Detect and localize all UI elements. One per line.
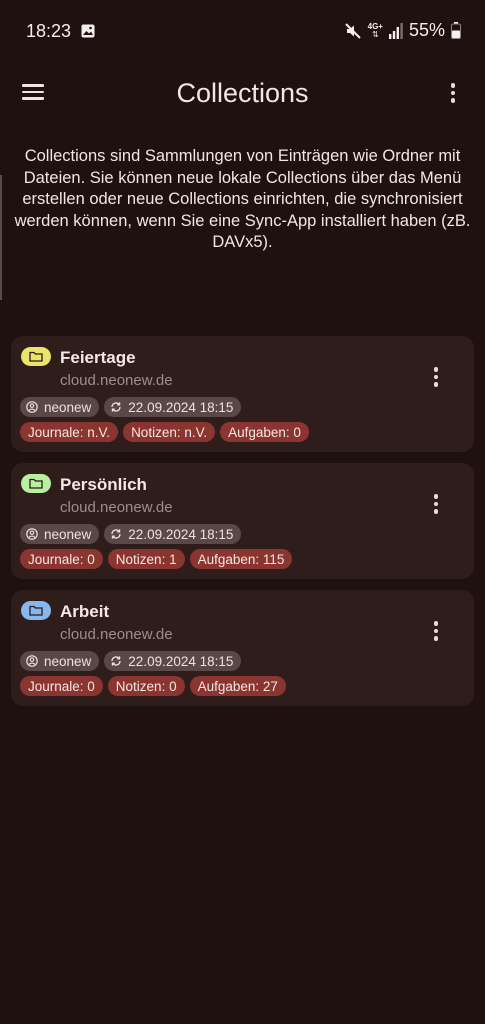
collection-host: cloud.neonew.de xyxy=(60,626,173,643)
tasks-count-chip: Aufgaben: 27 xyxy=(189,676,286,696)
collection-name: Persönlich xyxy=(60,475,147,494)
account-icon xyxy=(26,655,38,667)
account-icon xyxy=(26,528,38,540)
sync-icon xyxy=(111,529,121,539)
owner-label: neonew xyxy=(44,653,92,669)
status-bar: 18:23 4G+ ⇅ 55% xyxy=(0,0,485,60)
sync-chip: 22.09.2024 18:15 xyxy=(104,397,242,417)
owner-chip: neonew xyxy=(20,524,100,544)
folder-icon xyxy=(29,605,43,616)
notes-count-chip: Notizen: 1 xyxy=(107,549,185,569)
status-time: 18:23 xyxy=(26,21,72,41)
overflow-menu-icon[interactable] xyxy=(443,80,463,108)
notes-count-chip: Notizen: n.V. xyxy=(123,422,216,442)
account-icon xyxy=(26,401,38,413)
sync-time: 22.09.2024 18:15 xyxy=(128,653,234,669)
signal-icon xyxy=(388,22,403,39)
collection-color-chip xyxy=(21,601,51,620)
top-app-bar: Collections xyxy=(0,66,485,122)
collection-color-chip xyxy=(21,347,51,366)
sync-chip: 22.09.2024 18:15 xyxy=(104,651,242,671)
owner-chip: neonew xyxy=(20,651,100,671)
collection-more-icon[interactable] xyxy=(428,491,444,519)
page-title: Collections xyxy=(176,78,309,108)
sync-time: 22.09.2024 18:15 xyxy=(128,399,234,415)
collection-name: Arbeit xyxy=(60,602,110,621)
collection-color-chip xyxy=(21,474,51,493)
intro-text: Collections sind Sammlungen von Einträge… xyxy=(14,147,471,251)
journals-count-chip: Journale: 0 xyxy=(20,549,103,569)
journals-count-chip: Journale: 0 xyxy=(20,676,103,696)
collection-card-persoenlich[interactable]: Persönlich cloud.neonew.de neonew 22.09.… xyxy=(11,463,474,579)
gallery-icon xyxy=(81,24,95,38)
notes-count-chip: Notizen: 0 xyxy=(107,676,185,696)
scroll-edge-indicator xyxy=(0,175,2,300)
status-indicators: 4G+ ⇅ 55% xyxy=(344,20,461,41)
sync-time: 22.09.2024 18:15 xyxy=(128,526,234,542)
owner-chip: neonew xyxy=(20,397,100,417)
journals-count-chip: Journale: n.V. xyxy=(20,422,119,442)
sync-chip: 22.09.2024 18:15 xyxy=(104,524,242,544)
collection-host: cloud.neonew.de xyxy=(60,499,173,516)
folder-icon xyxy=(29,351,43,362)
data-arrows-icon: ⇅ xyxy=(371,29,379,39)
tasks-count-chip: Aufgaben: 115 xyxy=(189,549,293,569)
mute-icon xyxy=(344,22,361,39)
folder-icon xyxy=(29,478,43,489)
owner-label: neonew xyxy=(44,526,92,542)
sync-icon xyxy=(111,402,121,412)
tasks-count-chip: Aufgaben: 0 xyxy=(220,422,309,442)
collection-host: cloud.neonew.de xyxy=(60,372,173,389)
collection-card-arbeit[interactable]: Arbeit cloud.neonew.de neonew 22.09.2024… xyxy=(11,590,474,706)
collection-more-icon[interactable] xyxy=(428,364,444,392)
owner-label: neonew xyxy=(44,399,92,415)
collection-more-icon[interactable] xyxy=(428,618,444,646)
sync-icon xyxy=(111,656,121,666)
battery-percent: 55% xyxy=(408,20,445,40)
collection-card-feiertage[interactable]: Feiertage cloud.neonew.de neonew 22.09.2… xyxy=(11,336,474,452)
collection-name: Feiertage xyxy=(60,348,136,367)
battery-icon xyxy=(451,22,461,39)
